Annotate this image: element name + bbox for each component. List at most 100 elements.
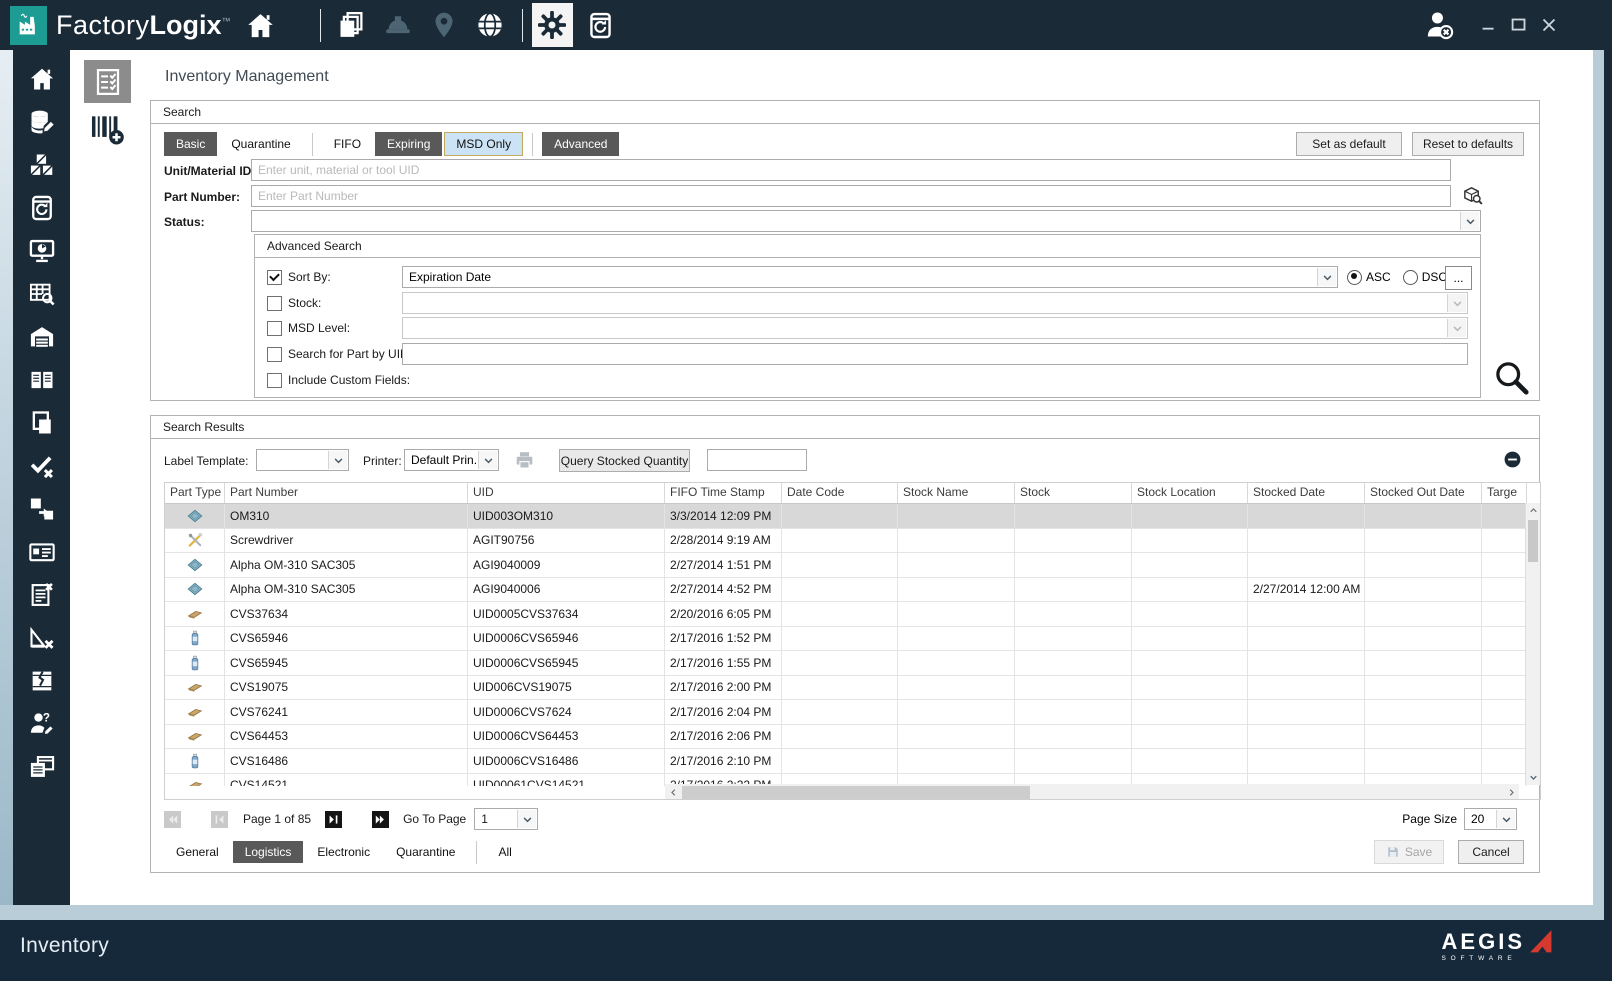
sidebar-monitor-report-icon[interactable] [28,237,56,265]
part-by-uid-input[interactable] [402,343,1468,365]
sidebar-news-windows-icon[interactable] [28,753,56,781]
globe-icon[interactable] [475,10,505,40]
settings-tab-active[interactable] [531,3,573,47]
sidebar-id-card-icon[interactable] [28,538,56,566]
scroll-left-button[interactable] [665,784,681,799]
close-button[interactable] [1538,14,1560,36]
sidebar-document-stack-icon[interactable] [28,409,56,437]
sidebar-home-icon[interactable] [28,65,56,93]
column-header-part-type[interactable]: Part Type [165,483,225,503]
reset-to-defaults-button[interactable]: Reset to defaults [1412,132,1524,156]
unit-material-input[interactable]: Enter unit, material or tool UID [251,159,1451,181]
dropdown-button[interactable] [1496,810,1515,828]
next-page-button[interactable] [325,810,343,828]
last-page-button[interactable] [372,810,390,828]
maximize-button[interactable] [1508,14,1530,36]
table-row[interactable]: CVS65945 UID0006CVS65945 2/17/2016 1:55 PM [165,651,1540,676]
data-sync-icon[interactable] [586,11,615,40]
tab-advanced[interactable]: Advanced [542,132,620,156]
stock-select[interactable] [402,292,1468,314]
query-stocked-quantity-button[interactable]: Query Stocked Quantity [559,449,690,472]
sidebar-ruler-remove-icon[interactable] [28,624,56,652]
tab-quarantine[interactable]: Quarantine [384,841,468,863]
sidebar-damaged-package-icon[interactable] [28,667,56,695]
asc-radio[interactable] [1347,269,1362,285]
msd-level-checkbox[interactable] [267,320,282,336]
sidebar-book-sync-icon[interactable] [28,194,56,222]
quantity-textbox[interactable] [707,449,807,471]
save-button[interactable]: Save [1374,840,1444,864]
documents-icon[interactable] [337,10,367,40]
table-row[interactable]: CVS65946 UID0006CVS65946 2/17/2016 1:52 PM [165,626,1540,651]
scroll-right-button[interactable] [1503,784,1519,799]
table-row[interactable]: Screwdriver AGIT90756 2/28/2014 9:19 AM [165,528,1540,553]
sidebar-warehouse-icon[interactable] [28,323,56,351]
tab-all[interactable]: All [486,841,524,863]
sidebar-check-remove-icon[interactable] [28,452,56,480]
goto-page-select[interactable]: 1 [474,808,539,830]
minimize-button[interactable] [1478,14,1500,36]
dropdown-button[interactable] [328,451,347,469]
tab-electronic[interactable]: Electronic [305,841,383,863]
column-header-date-code[interactable]: Date Code [782,483,898,503]
scroll-up-button[interactable] [1526,503,1540,518]
location-pin-icon[interactable] [429,10,459,40]
first-page-button[interactable] [164,810,181,828]
inventory-checklist-button[interactable] [84,60,131,103]
vertical-scrollbar-thumb[interactable] [1528,520,1538,562]
dropdown-button[interactable] [1317,268,1336,286]
dropdown-button[interactable] [478,451,497,469]
home-icon[interactable] [245,10,276,41]
hardhat-icon[interactable] [383,10,413,40]
page-size-select[interactable]: 20 [1464,808,1517,830]
sidebar-open-book-icon[interactable] [28,366,56,394]
sort-by-checkbox[interactable] [267,269,282,285]
table-row[interactable]: CVS64453 UID0006CVS64453 2/17/2016 2:06 PM [165,724,1540,749]
horizontal-scrollbar-thumb[interactable] [682,785,1030,799]
column-header-stocked-date[interactable]: Stocked Date [1248,483,1365,503]
tab-expiring[interactable]: Expiring [375,132,443,156]
set-as-default-button[interactable]: Set as default [1296,132,1402,156]
print-icon[interactable] [512,449,537,471]
table-row[interactable]: Alpha OM-310 SAC305 AGI9040009 2/27/2014 1… [165,553,1540,578]
search-icon[interactable] [1493,359,1530,396]
vertical-scrollbar[interactable] [1525,503,1540,785]
table-row[interactable]: CVS19075 UID006CVS19075 2/17/2016 2:00 PM [165,675,1540,700]
dsc-radio[interactable] [1402,269,1418,285]
tab-msd-only[interactable]: MSD Only [444,132,524,156]
column-header-uid[interactable]: UID [468,483,665,503]
column-header-stock-name[interactable]: Stock Name [898,483,1015,503]
previous-page-button[interactable] [211,810,228,828]
msd-level-select[interactable] [402,317,1468,339]
part-by-uid-checkbox[interactable] [267,346,282,362]
dropdown-button[interactable] [517,810,537,828]
table-row[interactable]: OM310 UID003OM310 3/3/2014 12:09 PM [165,504,1540,529]
table-row[interactable]: CVS16486 UID0006CVS16486 2/17/2016 2:10 PM [165,749,1540,774]
table-row[interactable]: CVS76241 UID0006CVS7624 2/17/2016 2:04 PM [165,700,1540,725]
more-options-button[interactable]: ... [1445,266,1472,290]
part-lookup-icon[interactable] [1461,184,1484,207]
column-header-stock-location[interactable]: Stock Location [1132,483,1248,503]
column-header-fifo-time-stamp[interactable]: FIFO Time Stamp [665,483,782,503]
user-logout-icon[interactable] [1423,9,1456,42]
sort-by-select[interactable]: Expiration Date [402,266,1338,288]
table-row[interactable]: CVS37634 UID0005CVS37634 2/20/2016 6:05 PM [165,602,1540,627]
sidebar-table-search-icon[interactable] [28,280,56,308]
table-row[interactable]: Alpha OM-310 SAC305 AGI9040006 2/27/2014 4… [165,577,1540,602]
tab-general[interactable]: General [164,841,231,863]
sidebar-database-edit-icon[interactable] [28,108,56,136]
label-template-select[interactable] [256,449,349,471]
sidebar-list-remove-icon[interactable] [28,581,56,609]
tab-quarantine[interactable]: Quarantine [219,132,303,156]
horizontal-scrollbar[interactable] [665,784,1519,799]
tab-fifo[interactable]: FIFO [321,132,374,156]
sidebar-assembly-boxes-icon[interactable] [28,151,56,179]
column-header-targe[interactable]: Targe [1482,483,1527,503]
dropdown-button[interactable] [1460,212,1479,230]
part-number-input[interactable]: Enter Part Number [251,185,1451,207]
tab-basic[interactable]: Basic [164,132,218,156]
cancel-button[interactable]: Cancel [1458,840,1524,864]
tab-logistics[interactable]: Logistics [232,841,304,863]
stock-checkbox[interactable] [267,295,282,311]
custom-fields-checkbox[interactable] [267,372,282,388]
